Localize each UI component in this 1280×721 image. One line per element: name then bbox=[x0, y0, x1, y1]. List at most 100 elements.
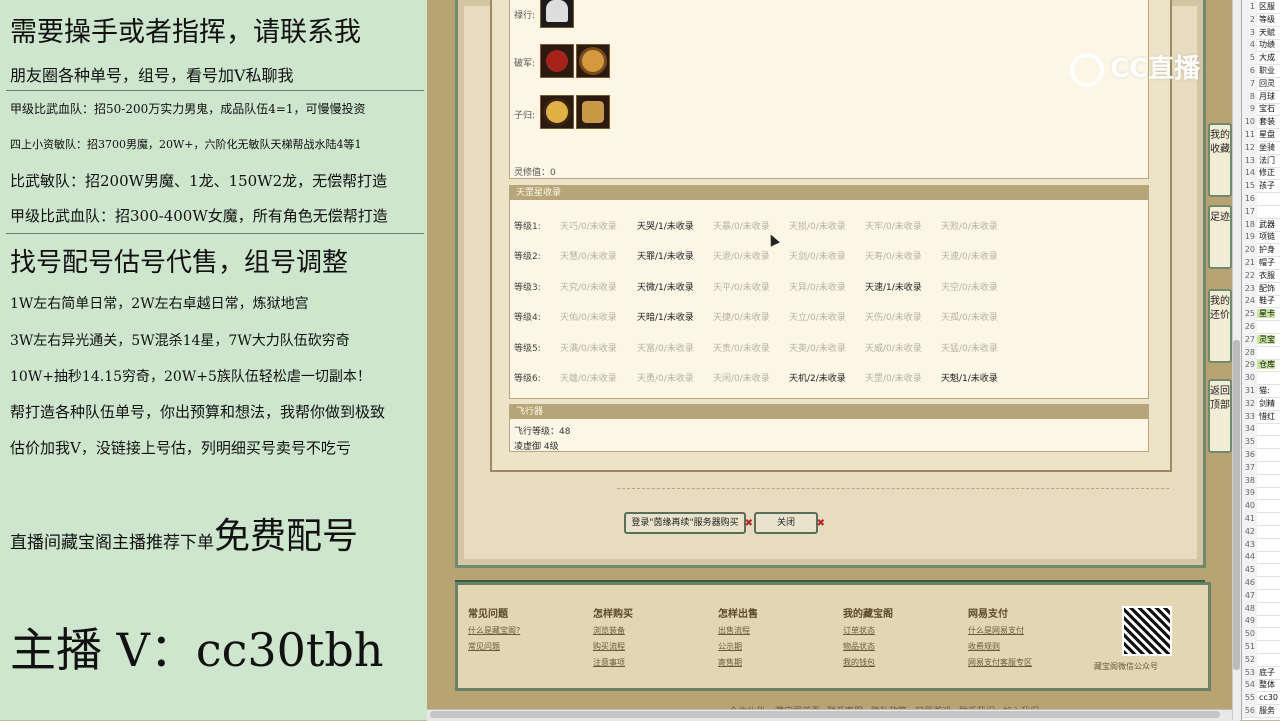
star-cell: 天败/0/未收录 bbox=[941, 222, 998, 232]
sheet-cell bbox=[1257, 194, 1259, 203]
star-cell: 天平/0/未收录 bbox=[713, 282, 770, 293]
sheet-cell bbox=[1257, 463, 1259, 472]
footer-link[interactable]: 收费规则 bbox=[968, 641, 1032, 652]
overlay-anchor: 主播 V：cc30tbh bbox=[10, 623, 384, 677]
footer-col-title: 网易支付 bbox=[968, 609, 1008, 620]
sheet-cell bbox=[1257, 591, 1259, 600]
overlay-line-10: 10W+抽秒14.15穷奇，20W+5族队伍轻松虐一切副本！ bbox=[10, 369, 371, 385]
footer-link[interactable]: 公示期 bbox=[718, 641, 758, 652]
sheet-row-number: 34 bbox=[1242, 422, 1257, 436]
sheet-cell: 回灵 bbox=[1259, 78, 1275, 88]
footer-link[interactable]: 物品状态 bbox=[843, 641, 893, 652]
sheet-row-number: 49 bbox=[1242, 614, 1257, 628]
sheet-row-number: 24 bbox=[1242, 294, 1257, 308]
equipment-section: 禄行: 破军: 子归: 灵修值：0 bbox=[509, 0, 1149, 179]
sheet-cell: 职业 bbox=[1259, 66, 1275, 75]
footer-link[interactable]: 寄售期 bbox=[718, 657, 758, 668]
star-cell: 天速/1/未收录 bbox=[865, 282, 922, 293]
sheet-row-number: 3 bbox=[1242, 25, 1257, 39]
sheet-row-number: 9 bbox=[1242, 102, 1257, 116]
sheet-row-number: 47 bbox=[1242, 588, 1257, 602]
item-icon-pendant[interactable] bbox=[576, 95, 610, 129]
side-nav-favorites[interactable]: 我的收藏 bbox=[1208, 123, 1232, 197]
sheet-row-number: 41 bbox=[1242, 512, 1257, 525]
equip-row-label: 子归: bbox=[514, 111, 536, 121]
item-icon-ghost[interactable] bbox=[540, 0, 574, 28]
item-icon-ring[interactable] bbox=[540, 44, 574, 78]
sheet-cell: 武器 bbox=[1259, 219, 1275, 229]
star-level-label: 等级5: bbox=[514, 343, 541, 354]
footer-link[interactable]: 注意事项 bbox=[593, 657, 633, 668]
sheet-row-number: 56 bbox=[1242, 704, 1257, 717]
sheet-cell bbox=[1257, 604, 1259, 613]
footer-col-pay: 网易支付 什么是网易支付 收费规则 网易支付客服专区 bbox=[968, 605, 1032, 668]
sheet-cell bbox=[1257, 348, 1259, 357]
login-server-button[interactable]: 登录"茵缘再续"服务器购买 ✖ bbox=[624, 512, 753, 534]
footer-link[interactable]: 什么是藏宝阁? bbox=[468, 625, 520, 636]
sheet-cell: 底子 bbox=[1259, 667, 1275, 677]
footer-link[interactable]: 我的钱包 bbox=[843, 657, 893, 668]
side-nav-label: 我的收藏 bbox=[1210, 130, 1230, 155]
close-button-label: 关闭 bbox=[776, 518, 795, 528]
promo-overlay: 需要操手或者指挥，请联系我 朋友圈各种单号，组号，看号加V私聊我 甲级比武血队：… bbox=[0, 0, 427, 720]
sheet-cell: 法门 bbox=[1259, 155, 1275, 165]
sheet-row-number: 16 bbox=[1242, 192, 1257, 205]
sheet-cell: cc30 bbox=[1259, 693, 1278, 703]
footer-link[interactable]: 网易支付客服专区 bbox=[968, 657, 1032, 668]
star-cell: 天威/0/未收录 bbox=[865, 343, 922, 354]
sheet-row-number: 31 bbox=[1242, 384, 1257, 397]
star-cell: 天捷/0/未收录 bbox=[713, 313, 770, 324]
close-button[interactable]: 关闭 ✖ bbox=[754, 512, 825, 534]
side-nav-back-to-top[interactable]: 返回顶部 bbox=[1208, 379, 1232, 453]
star-cell: 天损/0/未收录 bbox=[789, 222, 846, 232]
footer-col-title: 我的藏宝阁 bbox=[843, 609, 893, 620]
divider bbox=[6, 90, 424, 91]
vertical-scroll-thumb[interactable] bbox=[1233, 340, 1240, 670]
star-cell: 天勇/0/未收录 bbox=[637, 374, 694, 384]
footer-col-title: 常见问题 bbox=[468, 609, 508, 620]
sheet-cell bbox=[1257, 437, 1259, 446]
footer-link[interactable]: 订单状态 bbox=[843, 625, 893, 636]
sheet-row-number: 38 bbox=[1242, 473, 1257, 487]
watermark-text: CC直播 bbox=[1110, 54, 1201, 84]
footer-link[interactable]: 什么是网易支付 bbox=[968, 625, 1032, 636]
side-nav: 我的收藏 足迹 我的还价 返回顶部 bbox=[1206, 115, 1232, 455]
star-cell: 天魁/1/未收录 bbox=[941, 374, 998, 384]
sheet-cell: 鞋子 bbox=[1259, 296, 1275, 306]
sheet-cell: 项链 bbox=[1259, 232, 1275, 242]
item-icon-necklace[interactable] bbox=[540, 95, 574, 129]
sheet-row-number: 43 bbox=[1242, 537, 1257, 551]
footer-link[interactable]: 出售流程 bbox=[718, 625, 758, 636]
sheet-row-number: 21 bbox=[1242, 256, 1257, 269]
spreadsheet-strip: 1 区服 2 等级 3 天赋 4 功绩 5 大成 6 职业 7 回灵 8 月球 9 宝石 10 套装 11 星盘 12 坐骑 1… bbox=[1241, 0, 1280, 720]
item-icon-bracelet[interactable] bbox=[576, 44, 610, 78]
overlay-line-12: 估价加我V，没链接上号估，列明细买号卖号不吃亏 bbox=[10, 439, 351, 457]
star-cell: 天巧/0/未收录 bbox=[560, 222, 617, 232]
divider bbox=[6, 233, 424, 234]
side-nav-counteroffer[interactable]: 我的还价 bbox=[1208, 289, 1232, 363]
sheet-row-number: 30 bbox=[1242, 371, 1257, 385]
sheet-row-number: 1 bbox=[1242, 0, 1257, 13]
divider bbox=[617, 488, 1169, 490]
sheet-row-number: 18 bbox=[1242, 217, 1257, 231]
sheet-cell: 剑精 bbox=[1259, 398, 1275, 408]
close-x-icon: ✖ bbox=[744, 518, 753, 529]
sheet-row-number: 35 bbox=[1242, 435, 1257, 449]
sheet-cell bbox=[1257, 514, 1259, 523]
star-cell: 天异/0/未收录 bbox=[789, 282, 846, 293]
sheet-cell: 套装 bbox=[1259, 117, 1275, 127]
sheet-row-number: 7 bbox=[1242, 76, 1257, 90]
horizontal-scroll-thumb[interactable] bbox=[430, 711, 1220, 718]
footer-link[interactable]: 浏览装备 bbox=[593, 625, 633, 636]
sheet-cell: 星卡 bbox=[1257, 309, 1275, 319]
sheet-row-number: 44 bbox=[1242, 550, 1257, 564]
star-cell: 天罡/0/未收录 bbox=[865, 374, 922, 384]
sheet-row-number: 27 bbox=[1242, 332, 1257, 346]
sheet-row[interactable]: 56 服务 bbox=[1242, 704, 1280, 718]
footer-link[interactable]: 购买流程 bbox=[593, 641, 633, 652]
footer-col-sell: 怎样出售 出售流程 公示期 寄售期 bbox=[718, 605, 758, 668]
site-footer: 常见问题 什么是藏宝阁? 常见问题 怎样购买 浏览装备 购买流程 注意事项 怎样… bbox=[455, 582, 1211, 691]
footer-link[interactable]: 常见问题 bbox=[468, 641, 520, 652]
side-nav-footprint[interactable]: 足迹 bbox=[1208, 205, 1232, 269]
sheet-row-number: 8 bbox=[1242, 89, 1257, 103]
